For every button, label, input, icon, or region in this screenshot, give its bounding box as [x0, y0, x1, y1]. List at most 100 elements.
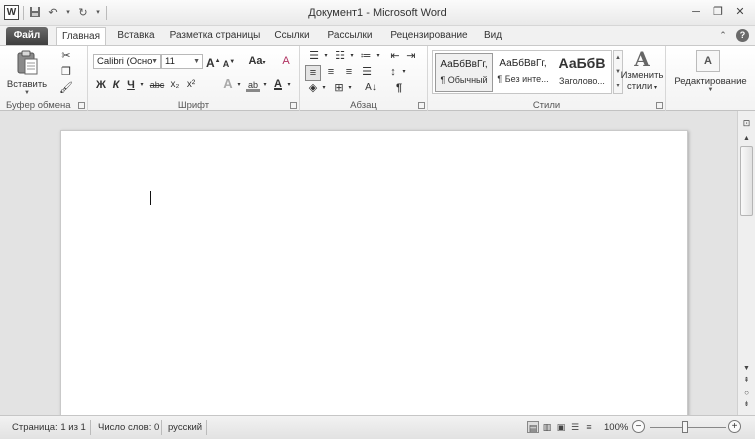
subscript-icon[interactable]: x₂: [168, 78, 182, 92]
scroll-down-icon[interactable]: ▼: [740, 363, 753, 375]
clipboard-group-label: Буфер обмена: [6, 100, 71, 111]
bullets-dropdown-icon[interactable]: ▾: [322, 49, 330, 63]
sort-icon[interactable]: A↓: [364, 81, 378, 95]
format-painter-icon[interactable]: 🖌: [58, 81, 74, 95]
zoom-out-icon[interactable]: −: [632, 420, 645, 433]
styles-launcher-icon[interactable]: [656, 102, 663, 109]
editing-group[interactable]: A Редактирование ▼: [666, 46, 755, 112]
borders-dropdown-icon[interactable]: ▾: [346, 81, 354, 95]
strikethrough-icon[interactable]: abc: [148, 78, 166, 92]
select-browse-object-icon[interactable]: ○: [740, 387, 753, 399]
tab-file[interactable]: Файл: [6, 27, 48, 45]
restore-icon[interactable]: ❐: [709, 4, 727, 20]
zoom-level[interactable]: 100%: [604, 422, 628, 433]
change-case-icon[interactable]: Aa▾: [246, 54, 268, 70]
align-center-icon[interactable]: ≡: [323, 65, 339, 79]
style-heading1[interactable]: АаБбВ Заголово...: [553, 53, 611, 92]
shrink-font-icon[interactable]: A▼: [222, 55, 236, 71]
ribbon: Вставить ▼ ✂ ❐ 🖌 Буфер обмена Calibri (О…: [0, 45, 755, 112]
styles-group: АаБбВвГг, ¶ Обычный АаБбВвГг, ¶ Без инте…: [428, 46, 666, 112]
tab-page-layout[interactable]: Разметка страницы: [168, 27, 262, 45]
change-styles-button[interactable]: A Изменить стили ▾: [620, 48, 664, 96]
minimize-ribbon-icon[interactable]: ⌃: [716, 28, 730, 42]
clear-formatting-icon[interactable]: A: [278, 54, 294, 68]
minimize-icon[interactable]: ─: [687, 4, 705, 20]
show-marks-icon[interactable]: ¶: [392, 81, 406, 95]
line-spacing-icon[interactable]: ↕: [386, 65, 400, 79]
previous-page-icon[interactable]: ⇞: [740, 375, 753, 387]
paste-button[interactable]: Вставить ▼: [6, 48, 48, 96]
cut-icon[interactable]: ✂: [58, 49, 74, 63]
copy-icon[interactable]: ❐: [58, 65, 74, 79]
font-name-combo[interactable]: Calibri (Осно ▼: [93, 54, 161, 69]
close-icon[interactable]: ✕: [731, 4, 749, 20]
word-count[interactable]: Число слов: 0: [98, 422, 159, 433]
paragraph-group: ☰ ▾ ☷ ▾ ≔ ▾ ⇤ ⇥ ≡ ≡ ≡ ☰ ↕ ▾ ◈ ▾ ⊞ ▾ A↓ ¶…: [300, 46, 428, 112]
highlight-dropdown-icon[interactable]: ▾: [261, 78, 269, 92]
language[interactable]: русский: [168, 422, 202, 433]
text-effects-icon[interactable]: A: [220, 77, 236, 91]
change-styles-icon: A: [634, 47, 650, 71]
multilevel-list-icon[interactable]: ≔: [358, 49, 374, 63]
outline-icon[interactable]: ☰: [569, 421, 581, 433]
underline-icon[interactable]: Ч: [125, 78, 137, 92]
bullets-icon[interactable]: ☰: [306, 49, 322, 63]
paste-dropdown-icon[interactable]: ▼: [6, 90, 48, 96]
tab-insert[interactable]: Вставка: [112, 27, 160, 45]
style-normal-name: ¶ Обычный: [440, 75, 488, 85]
status-separator: [161, 420, 162, 435]
help-icon[interactable]: ?: [736, 28, 749, 42]
tab-review[interactable]: Рецензирование: [384, 27, 474, 45]
zoom-in-icon[interactable]: +: [728, 420, 741, 433]
multilevel-list-dropdown-icon[interactable]: ▾: [374, 49, 382, 63]
zoom-slider-track[interactable]: [650, 427, 726, 428]
page-count[interactable]: Страница: 1 из 1: [12, 422, 86, 433]
font-color-icon[interactable]: A: [272, 77, 284, 91]
draft-icon[interactable]: ≡: [583, 421, 595, 433]
align-left-icon[interactable]: ≡: [305, 65, 321, 81]
underline-dropdown-icon[interactable]: ▾: [138, 78, 146, 92]
scrollbar-thumb[interactable]: [740, 146, 753, 216]
document-page[interactable]: [60, 130, 688, 420]
paragraph-group-label: Абзац: [350, 100, 377, 111]
font-launcher-icon[interactable]: [290, 102, 297, 109]
status-bar: Страница: 1 из 1 Число слов: 0 русский ▤…: [0, 415, 755, 439]
decrease-indent-icon[interactable]: ⇤: [388, 49, 402, 63]
style-heading1-sample: АаБбВ: [558, 55, 606, 71]
scroll-up-icon[interactable]: ▲: [740, 133, 753, 145]
grow-font-icon[interactable]: A▲: [206, 54, 221, 70]
style-no-spacing[interactable]: АаБбВвГг, ¶ Без инте...: [494, 53, 552, 92]
next-page-icon[interactable]: ⇟: [740, 399, 753, 411]
shading-icon[interactable]: ◈: [306, 81, 320, 95]
justify-icon[interactable]: ☰: [359, 65, 375, 79]
change-styles-label-2: стили ▾: [627, 81, 657, 92]
paste-icon: [17, 50, 38, 75]
align-right-icon[interactable]: ≡: [341, 65, 357, 79]
tab-home[interactable]: Главная: [56, 27, 106, 45]
web-layout-icon[interactable]: ▣: [555, 421, 567, 433]
text-effects-dropdown-icon[interactable]: ▾: [235, 78, 243, 92]
print-layout-icon[interactable]: ▤: [527, 421, 539, 433]
clipboard-launcher-icon[interactable]: [78, 102, 85, 109]
increase-indent-icon[interactable]: ⇥: [404, 49, 418, 63]
superscript-icon[interactable]: x²: [184, 78, 198, 92]
style-normal[interactable]: АаБбВвГг, ¶ Обычный: [435, 53, 493, 92]
line-spacing-dropdown-icon[interactable]: ▾: [400, 65, 408, 79]
ruler-toggle-icon[interactable]: ⊡: [740, 117, 753, 129]
full-screen-reading-icon[interactable]: ▥: [541, 421, 553, 433]
font-size-combo[interactable]: 11 ▼: [161, 54, 203, 69]
highlight-icon[interactable]: ab: [246, 78, 260, 92]
vertical-scrollbar[interactable]: ⊡ ▲ ▼ ⇞ ○ ⇟: [737, 111, 755, 415]
tab-view[interactable]: Вид: [478, 27, 508, 45]
numbering-icon[interactable]: ☷: [332, 49, 348, 63]
bold-icon[interactable]: Ж: [95, 78, 107, 92]
numbering-dropdown-icon[interactable]: ▾: [348, 49, 356, 63]
shading-dropdown-icon[interactable]: ▾: [320, 81, 328, 95]
zoom-slider-thumb[interactable]: [682, 421, 688, 433]
font-color-dropdown-icon[interactable]: ▾: [285, 78, 293, 92]
tab-mailings[interactable]: Рассылки: [322, 27, 378, 45]
borders-icon[interactable]: ⊞: [332, 81, 346, 95]
italic-icon[interactable]: К: [110, 78, 122, 92]
tab-references[interactable]: Ссылки: [268, 27, 316, 45]
paragraph-launcher-icon[interactable]: [418, 102, 425, 109]
